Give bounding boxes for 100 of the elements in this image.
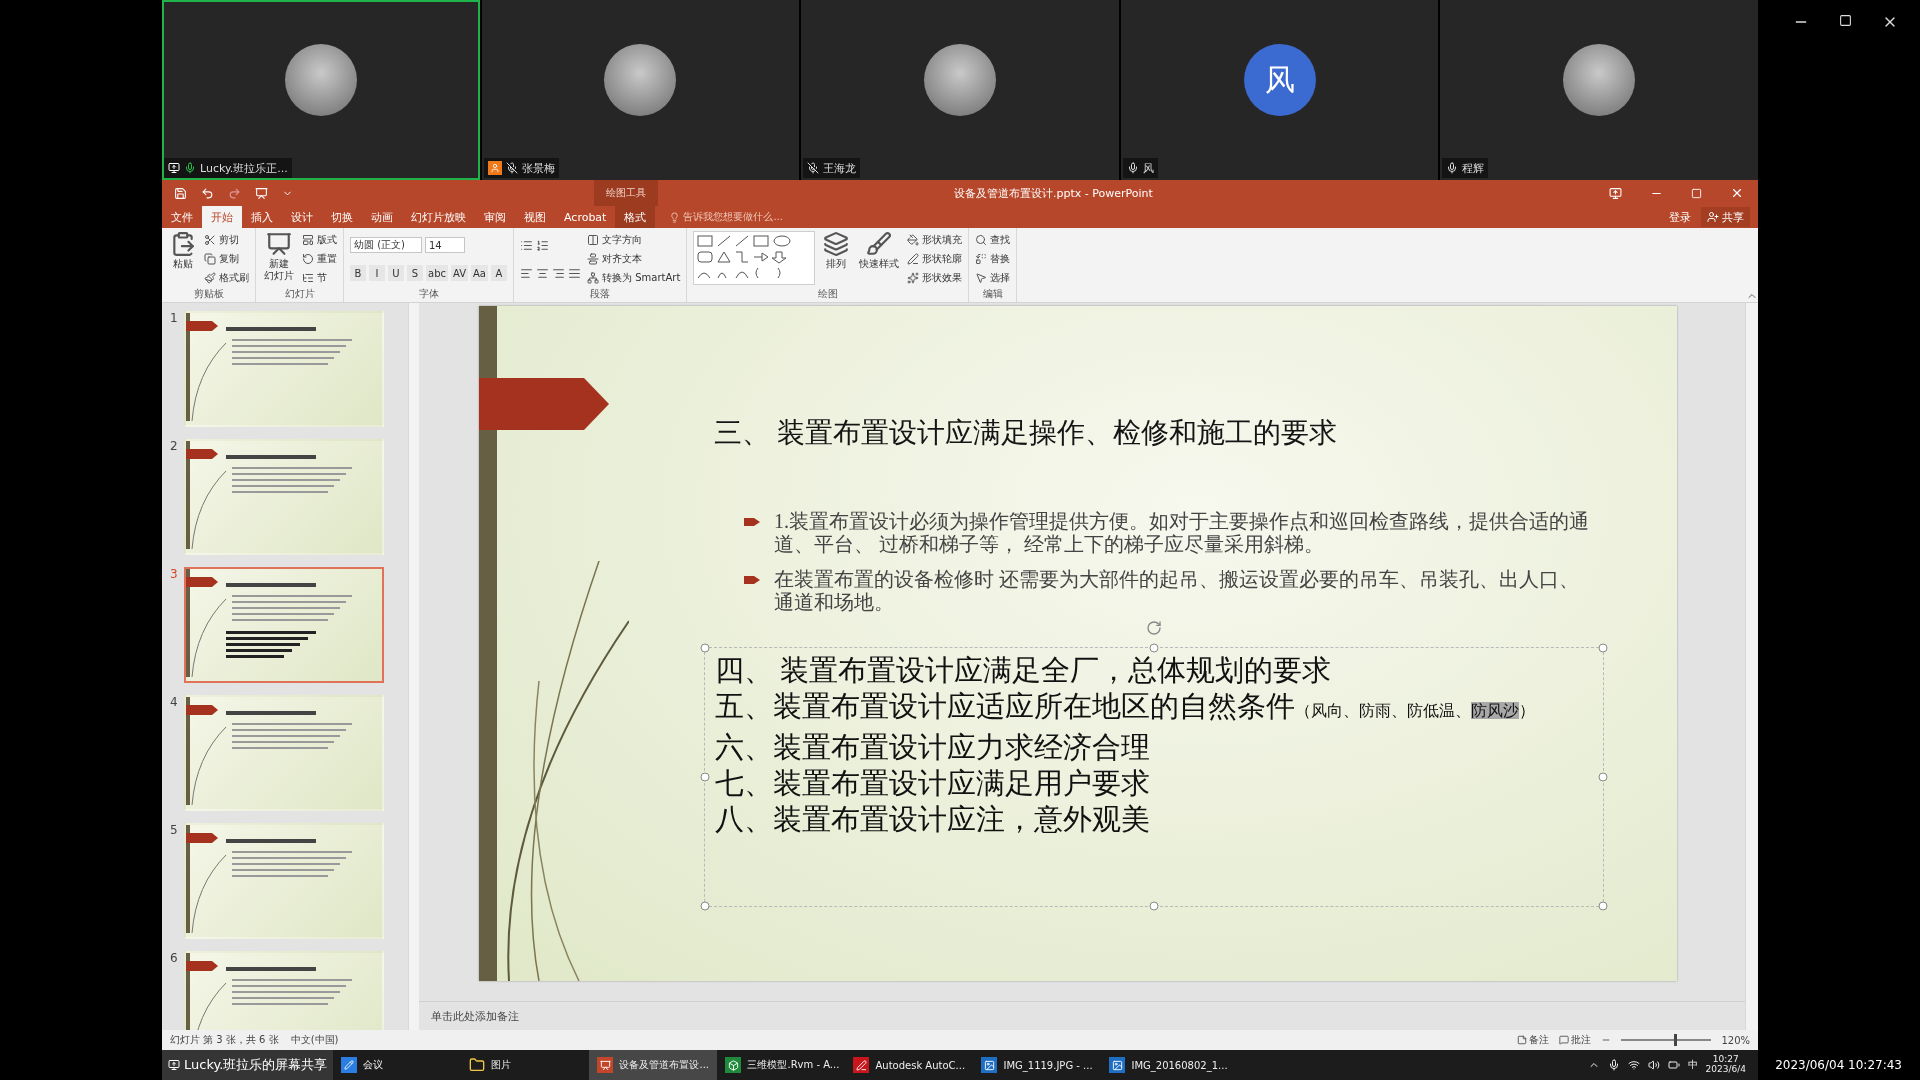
format-button[interactable]: S xyxy=(407,265,423,281)
heading-note: （风向、防雨、防低温、防风沙） xyxy=(1295,701,1535,721)
align-center-icon[interactable] xyxy=(536,266,549,280)
replace-icon xyxy=(975,253,988,265)
ribbon-button[interactable]: 快速样式 xyxy=(857,231,902,287)
ribbon-button[interactable]: 选择 xyxy=(975,270,1011,285)
volume-icon[interactable] xyxy=(1647,1059,1660,1071)
ribbon-button[interactable]: 对齐文本 xyxy=(587,252,681,266)
notes-button[interactable]: 备注 xyxy=(1517,1033,1550,1047)
taskbar-item[interactable]: IMG_20160802_1... xyxy=(1101,1050,1230,1080)
ribbon-tab[interactable]: 设计 xyxy=(282,206,322,228)
paint-bucket-icon xyxy=(907,234,920,247)
ribbon-tab[interactable]: 格式 xyxy=(615,206,656,228)
bullets-icon[interactable] xyxy=(520,238,533,252)
taskbar-item[interactable]: 设备及管道布置设... xyxy=(589,1050,718,1080)
format-button[interactable]: A xyxy=(491,265,507,281)
ribbon-button[interactable]: 形状轮廓 xyxy=(907,252,963,266)
ribbon-button[interactable]: 形状效果 xyxy=(907,270,963,285)
undo-icon[interactable] xyxy=(201,186,214,200)
ribbon-button[interactable]: 替换 xyxy=(975,252,1011,266)
font-name-field[interactable]: 幼圆 (正文) xyxy=(350,237,422,253)
ribbon-button[interactable]: 剪切 xyxy=(204,233,249,248)
taskbar-item[interactable]: 图片 xyxy=(461,1050,590,1080)
ribbon-button[interactable]: 版式 xyxy=(302,233,337,248)
slide-heading: 八、装置布置设计应注，意外观美 xyxy=(715,802,1150,837)
bullet-text: 1.装置布置设计必须为操作管理提供方便。如对于主要操作点和巡回检查路线，提供合适的通道、平台、 过桥和梯子等， 经常上下的梯子应尽量采用斜梯。 xyxy=(774,510,1589,556)
comments-button[interactable]: 批注 xyxy=(1559,1033,1592,1047)
format-button[interactable]: abc xyxy=(426,265,448,281)
slide-number: 4 xyxy=(170,695,178,711)
ribbon-button[interactable]: 粘贴 xyxy=(168,231,198,287)
participant-name: Lucky.班拉乐正... xyxy=(200,160,288,176)
zoom-level: 120% xyxy=(1721,1034,1750,1046)
align-left-icon[interactable] xyxy=(520,266,533,280)
taskbar-item[interactable]: IMG_1119.JPG - ... xyxy=(973,1050,1102,1080)
ribbon-display-icon[interactable] xyxy=(1609,186,1622,200)
ribbon-tab[interactable]: 审阅 xyxy=(475,206,515,228)
resize-handle[interactable] xyxy=(1149,901,1159,911)
taskbar-item[interactable]: 会议 xyxy=(333,1050,462,1080)
ribbon-button[interactable]: 形状填充 xyxy=(907,233,963,248)
share-button[interactable]: 共享 xyxy=(1701,207,1750,227)
cad-app-icon xyxy=(853,1057,870,1073)
format-button[interactable]: B xyxy=(350,265,366,281)
group-label: 段落 xyxy=(589,287,612,301)
smartart-icon xyxy=(587,271,599,284)
network-icon[interactable] xyxy=(1627,1059,1640,1071)
ribbon-tab[interactable]: 动画 xyxy=(362,206,402,228)
input-method-label[interactable]: 中 xyxy=(1687,1058,1698,1072)
slide-number: 6 xyxy=(170,951,178,967)
format-button[interactable]: Aa xyxy=(471,265,488,281)
resize-handle[interactable] xyxy=(1149,643,1159,653)
pointer-icon xyxy=(975,271,988,284)
layers-icon xyxy=(823,231,850,257)
resize-handle[interactable] xyxy=(1598,643,1608,653)
battery-icon[interactable] xyxy=(1667,1059,1680,1071)
align-right-icon[interactable] xyxy=(552,266,565,280)
ribbon-button[interactable]: 查找 xyxy=(975,233,1011,248)
ribbon-button[interactable]: 新建 幻灯片 xyxy=(262,231,296,287)
format-button[interactable]: AV xyxy=(451,265,469,281)
image-viewer-icon xyxy=(1109,1057,1126,1073)
ribbon-tab[interactable]: 幻灯片放映 xyxy=(402,206,475,228)
mic-icon[interactable] xyxy=(1607,1059,1620,1071)
font-size-field[interactable]: 14 xyxy=(425,237,465,253)
ribbon-button[interactable]: 转换为 SmartArt xyxy=(587,270,681,285)
shape-gallery[interactable] xyxy=(693,231,816,285)
numbering-icon[interactable] xyxy=(536,238,549,252)
ribbon-button[interactable]: 重置 xyxy=(302,252,337,266)
format-button[interactable]: I xyxy=(369,265,385,281)
tell-me-field[interactable]: 告诉我您想要做什么... xyxy=(683,210,783,224)
ribbon-tab[interactable]: 切换 xyxy=(322,206,362,228)
context-label: 绘图工具 xyxy=(594,180,658,206)
zoom-slider-thumb[interactable] xyxy=(1674,1034,1678,1046)
sign-in-link[interactable]: 登录 xyxy=(1669,209,1691,225)
rotate-handle-icon[interactable] xyxy=(1146,620,1162,636)
layout-icon xyxy=(302,234,314,247)
ribbon-button[interactable]: 排列 xyxy=(821,231,852,287)
resize-handle[interactable] xyxy=(1598,901,1608,911)
taskbar-item[interactable]: 三维模型.Rvm - A... xyxy=(717,1050,846,1080)
ribbon-button[interactable]: 复制 xyxy=(204,252,249,266)
ribbon-button[interactable]: 格式刷 xyxy=(204,270,249,285)
slideshow-icon[interactable] xyxy=(255,186,268,200)
ribbon-button[interactable]: 文字方向 xyxy=(587,233,681,248)
ribbon-tab[interactable]: Acrobat xyxy=(555,206,616,228)
taskbar-item[interactable]: Autodesk AutoC... xyxy=(845,1050,974,1080)
save-icon[interactable] xyxy=(174,186,187,200)
ribbon-tab[interactable]: 文件 xyxy=(162,206,202,228)
resize-handle[interactable] xyxy=(1598,772,1608,782)
taskbar-clock[interactable]: 10:27 2023/6/4 xyxy=(1705,1055,1746,1075)
ribbon-tab[interactable]: 开始 xyxy=(202,206,242,228)
restore-icon[interactable] xyxy=(1839,14,1852,27)
notes-placeholder[interactable]: 单击此处添加备注 xyxy=(431,1008,519,1024)
resize-handle[interactable] xyxy=(700,643,710,653)
resize-handle[interactable] xyxy=(700,772,710,782)
sparkles-icon xyxy=(907,271,920,284)
justify-icon[interactable] xyxy=(568,266,581,280)
resize-handle[interactable] xyxy=(700,901,710,911)
slide-info: 幻灯片 第 3 张，共 6 张 xyxy=(170,1033,279,1047)
ribbon-button[interactable]: 节 xyxy=(302,270,337,285)
ribbon-tab[interactable]: 视图 xyxy=(515,206,555,228)
ribbon-tab[interactable]: 插入 xyxy=(242,206,282,228)
format-button[interactable]: U xyxy=(388,265,404,281)
